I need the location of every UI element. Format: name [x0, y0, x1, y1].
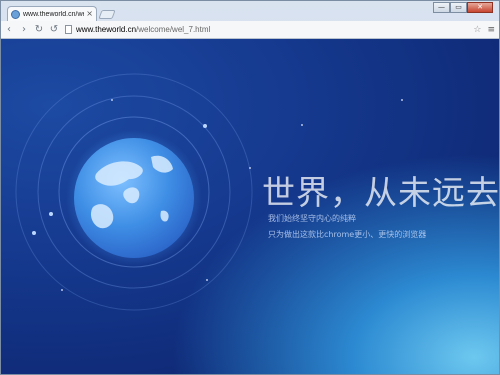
favicon-icon: [11, 9, 20, 19]
url-text[interactable]: www.theworld.cn/welcome/wel_7.html: [76, 25, 210, 34]
minimize-button[interactable]: —: [433, 2, 450, 13]
bookmark-star-icon[interactable]: ☆: [473, 25, 481, 35]
tab-close-icon[interactable]: ×: [86, 10, 93, 18]
forward-button[interactable]: ›: [17, 23, 31, 37]
stop-button[interactable]: ↺: [47, 23, 61, 37]
tab-title: www.theworld.cn/welco: [23, 10, 84, 18]
url-host: www.theworld.cn: [76, 25, 137, 34]
headline: 世界，从未远去: [262, 173, 499, 212]
browser-tab[interactable]: www.theworld.cn/welco ×: [7, 6, 97, 21]
subtitle-line-1: 我们始终坚守内心的纯粹: [268, 214, 356, 223]
address-bar[interactable]: www.theworld.cn/welcome/wel_7.html: [65, 23, 473, 36]
page-icon: [65, 25, 72, 34]
reload-button[interactable]: ↻: [32, 23, 46, 37]
window-controls: — ▭ ✕: [433, 2, 493, 13]
close-window-button[interactable]: ✕: [467, 2, 493, 13]
orbit-dot: [32, 231, 36, 235]
browser-window: www.theworld.cn/welco × — ▭ ✕ ‹ › ↻ ↺ ww…: [0, 0, 500, 375]
maximize-button[interactable]: ▭: [450, 2, 467, 13]
toolbar: ‹ › ↻ ↺ www.theworld.cn/welcome/wel_7.ht…: [1, 21, 499, 39]
orbit-dot: [49, 212, 53, 216]
title-bar: www.theworld.cn/welco × — ▭ ✕: [1, 1, 499, 21]
new-tab-button[interactable]: [98, 10, 116, 19]
menu-icon[interactable]: ≡: [487, 25, 495, 35]
orbit-dot: [203, 124, 207, 128]
subtitle-line-2: 只为做出这款比chrome更小、更快的浏览器: [268, 230, 427, 239]
back-button[interactable]: ‹: [2, 23, 16, 37]
welcome-page: 世界，从未远去 我们始终坚守内心的纯粹 只为做出这款比chrome更小、更快的浏…: [1, 39, 499, 374]
url-path: /welcome/wel_7.html: [136, 25, 211, 34]
